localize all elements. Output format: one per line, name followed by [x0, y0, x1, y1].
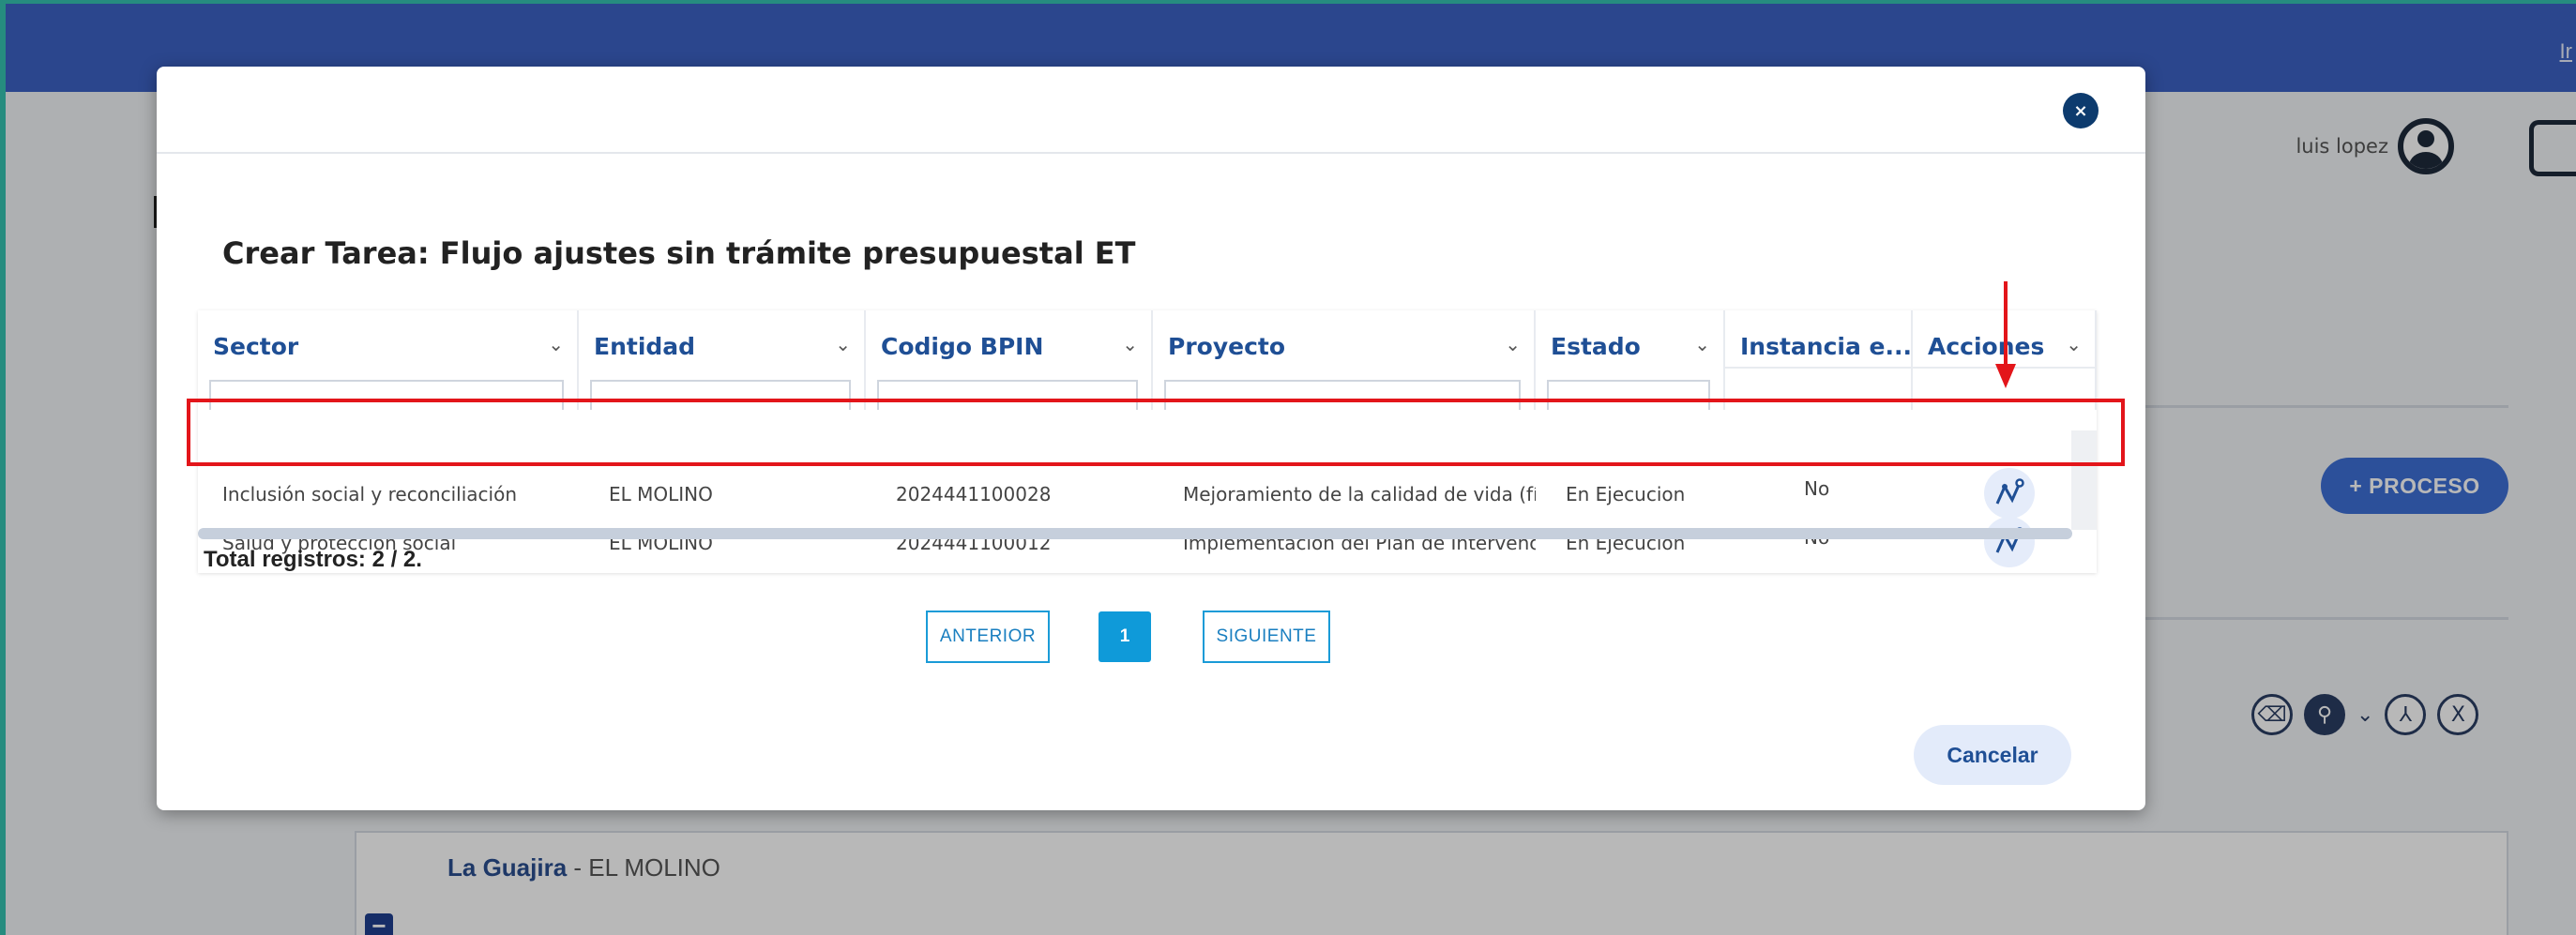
cell-bpin: 2024441100028 [896, 483, 1052, 505]
arrow-annotation-head [1995, 364, 2016, 388]
cell-instancia: No [1804, 477, 1830, 500]
column-label: Proyecto [1168, 333, 1286, 360]
previous-page-button[interactable]: ANTERIOR [926, 611, 1050, 663]
page-button-1[interactable]: 1 [1099, 611, 1151, 662]
horizontal-scrollbar[interactable] [198, 528, 2072, 539]
cancel-button[interactable]: Cancelar [1914, 725, 2071, 785]
cell-proyecto: Mejoramiento de la calidad de vida (físi [1183, 483, 1536, 505]
chevron-down-icon[interactable]: ⌄ [2066, 333, 2082, 355]
column-header-bpin[interactable]: Codigo BPIN ⌄ [866, 310, 1153, 410]
table-row[interactable]: Salud y protección social EL MOLINO 2024… [198, 517, 2079, 567]
next-page-button[interactable]: SIGUIENTE [1203, 611, 1330, 663]
table-row[interactable]: Inclusión social y reconciliación EL MOL… [198, 468, 2079, 519]
cell-entidad: EL MOLINO [609, 483, 713, 505]
workflow-icon[interactable] [1984, 468, 2035, 519]
modal-header: × [157, 67, 2145, 154]
column-header-entidad[interactable]: Entidad ⌄ [579, 310, 866, 410]
column-label: Instancia e... [1740, 333, 1913, 360]
close-icon[interactable]: × [2063, 93, 2099, 128]
chevron-down-icon[interactable]: ⌄ [1694, 333, 1710, 355]
chevron-down-icon[interactable]: ⌄ [548, 333, 564, 355]
chevron-down-icon[interactable]: ⌄ [1505, 333, 1521, 355]
workflow-icon[interactable] [1984, 517, 2035, 567]
highlight-annotation [187, 399, 2125, 466]
column-header-proyecto[interactable]: Proyecto ⌄ [1153, 310, 1536, 410]
column-label: Sector [213, 333, 299, 360]
column-label: Acciones [1928, 333, 2045, 360]
column-header-sector[interactable]: Sector ⌄ [198, 310, 579, 410]
arrow-annotation [2004, 281, 2008, 368]
cell-sector: Inclusión social y reconciliación [222, 483, 518, 505]
column-header-estado[interactable]: Estado ⌄ [1536, 310, 1725, 410]
chevron-down-icon[interactable]: ⌄ [1122, 333, 1138, 355]
cell-estado: En Ejecucion [1566, 483, 1686, 505]
workflow-icon-glyph [1995, 478, 2024, 505]
modal-title: Crear Tarea: Flujo ajustes sin trámite p… [222, 235, 1136, 271]
column-label: Estado [1551, 333, 1641, 360]
column-label: Entidad [594, 333, 696, 360]
column-label: Codigo BPIN [881, 333, 1044, 360]
total-records: Total registros: 2 / 2. [204, 547, 422, 572]
chevron-down-icon[interactable]: ⌄ [835, 333, 851, 355]
column-header-instancia[interactable]: Instancia e... [1725, 310, 1913, 410]
